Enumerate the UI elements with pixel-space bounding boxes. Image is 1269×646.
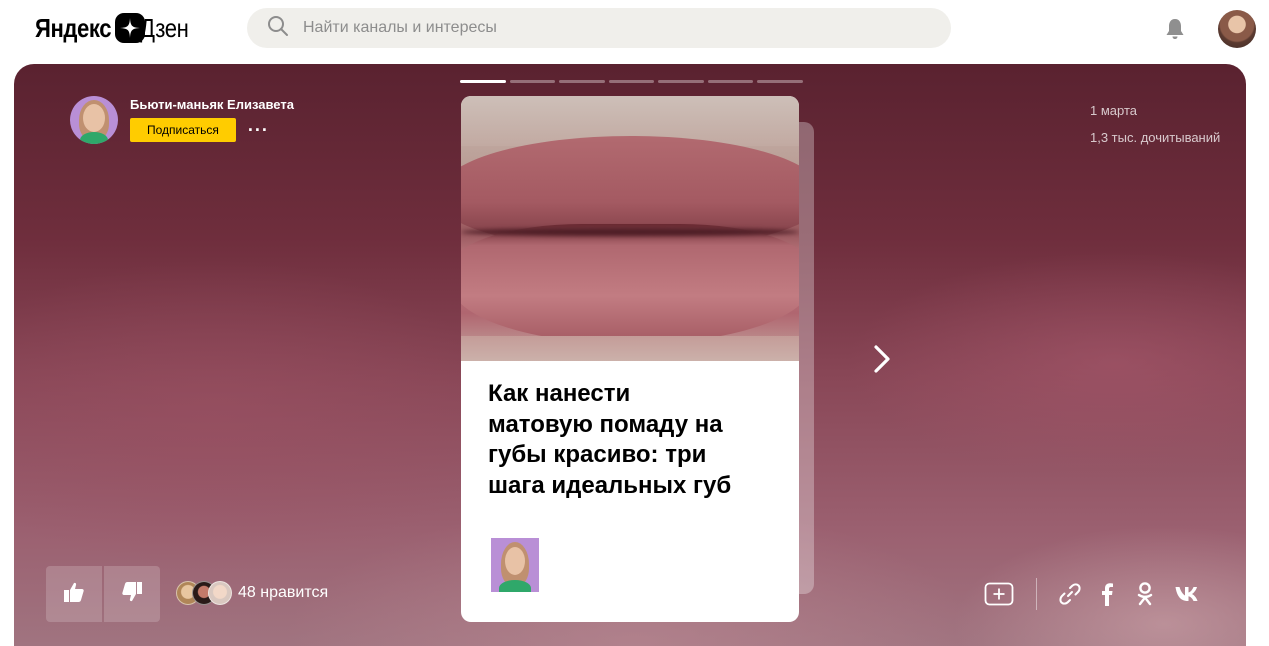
search-input[interactable] [303, 19, 923, 37]
bell-icon[interactable] [1164, 17, 1186, 41]
dislike-icon [121, 581, 143, 608]
vk-icon[interactable] [1175, 579, 1201, 609]
author-actions: Подписаться ··· [130, 118, 294, 142]
likers-summary[interactable]: 48 нравится [176, 581, 328, 605]
card-title: Как нанести матовую помаду на губы краси… [488, 380, 732, 499]
progress-segment[interactable] [707, 80, 753, 83]
subscribe-button[interactable]: Подписаться [130, 118, 236, 142]
card-author-avatar [491, 538, 539, 592]
link-icon[interactable] [1059, 579, 1081, 609]
publication-meta: 1 марта 1,3 тыс. дочитываний [1090, 97, 1220, 151]
odnoklassniki-icon[interactable] [1137, 579, 1153, 609]
author-block: Бьюти-маньяк Елизавета Подписаться ··· [70, 96, 294, 144]
share-divider [1036, 578, 1037, 610]
share-toolbar [984, 576, 1201, 612]
likes-count: 48 нравится [238, 584, 329, 601]
story-card[interactable]: Как нанести матовую помаду на губы краси… [461, 96, 799, 622]
card-cover-image [461, 96, 799, 361]
like-icon [63, 581, 85, 608]
search-icon [267, 15, 289, 42]
progress-segment[interactable] [460, 80, 506, 83]
progress-segment[interactable] [757, 80, 803, 83]
publish-date: 1 марта [1090, 103, 1137, 118]
author-name[interactable]: Бьюти-маньяк Елизавета [130, 97, 294, 113]
slide-progress [460, 80, 803, 83]
liker-avatar [208, 581, 232, 605]
top-header: Яндекс Дзен [0, 0, 1269, 64]
search-bar[interactable] [247, 8, 951, 48]
author-info: Бьюти-маньяк Елизавета Подписаться ··· [130, 96, 294, 144]
author-avatar[interactable] [70, 96, 118, 144]
progress-segment[interactable] [658, 80, 704, 83]
yandex-zen-logo[interactable]: Яндекс Дзен [35, 12, 196, 44]
add-icon[interactable] [984, 579, 1014, 609]
chevron-right-icon[interactable] [870, 342, 894, 376]
progress-segment[interactable] [559, 80, 605, 83]
facebook-icon[interactable] [1101, 579, 1113, 609]
more-options-button[interactable]: ··· [248, 121, 269, 139]
dislike-button[interactable] [104, 566, 160, 622]
like-button[interactable] [46, 566, 102, 622]
logo-dzen-text: Дзен [139, 12, 189, 43]
progress-segment[interactable] [509, 80, 555, 83]
vote-controls [46, 566, 160, 622]
progress-segment[interactable] [608, 80, 654, 83]
logo-yandex-text: Яндекс [35, 12, 112, 43]
user-avatar[interactable] [1218, 10, 1256, 48]
reads-count: 1,3 тыс. дочитываний [1090, 130, 1221, 145]
story-viewer: Бьюти-маньяк Елизавета Подписаться ··· 1… [14, 64, 1246, 646]
